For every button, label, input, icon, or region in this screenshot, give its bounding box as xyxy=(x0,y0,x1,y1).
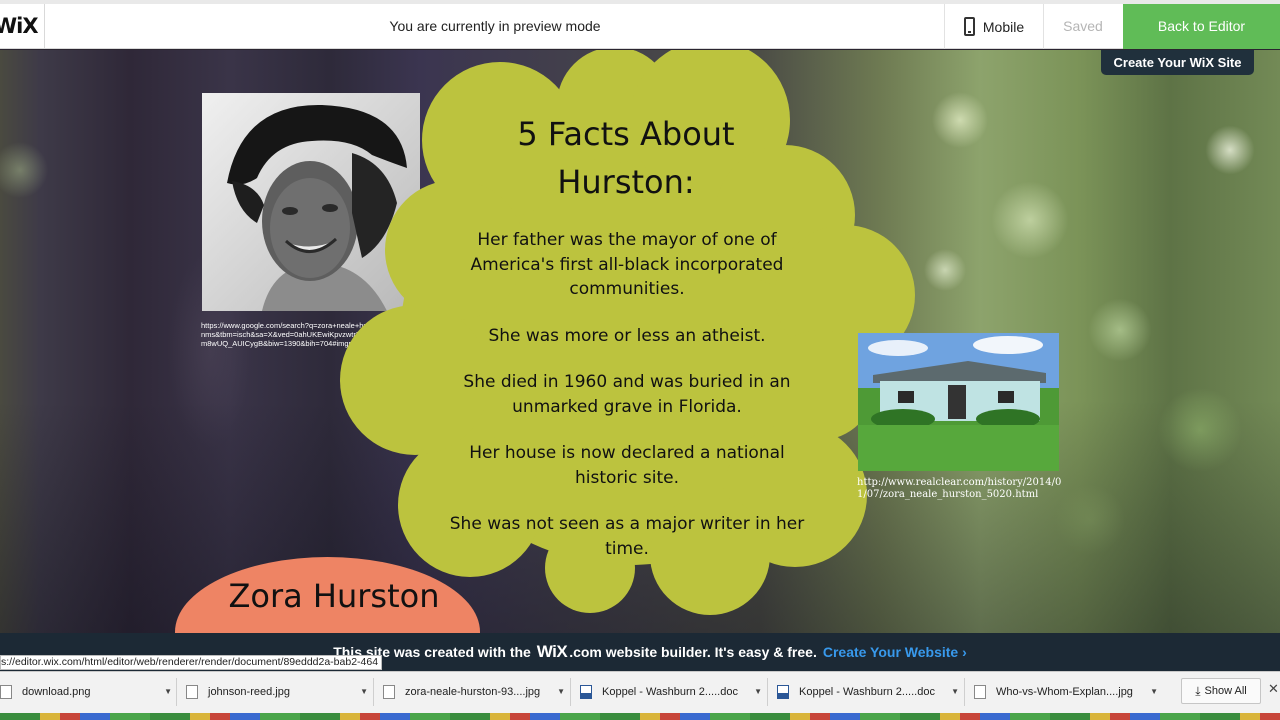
shelf-divider xyxy=(570,678,571,706)
download-item[interactable]: johnson-reed.jpg ▼ xyxy=(186,679,368,705)
download-filename: Koppel - Washburn 2.....doc xyxy=(602,686,738,698)
image-file-icon xyxy=(974,685,986,699)
chevron-down-icon[interactable]: ▼ xyxy=(951,679,959,705)
chevron-down-icon[interactable]: ▼ xyxy=(164,679,172,705)
create-your-website-link[interactable]: Create Your Website › xyxy=(823,644,967,660)
word-doc-icon xyxy=(777,685,789,699)
facts-list: Her father was the mayor of one of Ameri… xyxy=(446,228,808,583)
download-arrow-icon: ⤓ xyxy=(1195,683,1201,698)
chevron-down-icon[interactable]: ▼ xyxy=(754,679,762,705)
image-file-icon xyxy=(0,685,12,699)
facts-heading: 5 Facts About Hurston: xyxy=(517,115,735,201)
back-to-editor-button[interactable]: Back to Editor xyxy=(1123,4,1280,49)
download-filename: Who-vs-Whom-Explan....jpg xyxy=(996,686,1133,698)
download-item[interactable]: download.png ▼ xyxy=(0,679,172,705)
shelf-divider xyxy=(176,678,177,706)
house-source-url[interactable]: http://www.realclear.com/history/2014/01… xyxy=(857,477,1062,501)
show-all-downloads-button[interactable]: ⤓ Show All xyxy=(1181,678,1261,704)
saved-status: Saved xyxy=(1063,18,1103,34)
dock-edge xyxy=(0,713,1280,720)
mobile-view-button[interactable]: Mobile xyxy=(944,4,1044,49)
download-filename: download.png xyxy=(22,686,91,698)
banner-suffix: .com website builder. It's easy & free. xyxy=(569,644,817,660)
show-all-label: Show All xyxy=(1204,685,1247,697)
shelf-divider xyxy=(964,678,965,706)
status-bar-url: s://editor.wix.com/html/editor/web/rende… xyxy=(0,655,383,670)
fact-item: She was not seen as a major writer in he… xyxy=(449,514,805,559)
name-heading: Zora Hurston xyxy=(228,577,440,615)
wix-logo[interactable]: WiX xyxy=(0,4,45,49)
download-item[interactable]: zora-neale-hurston-93....jpg ▼ xyxy=(383,679,565,705)
download-filename: zora-neale-hurston-93....jpg xyxy=(405,686,541,698)
fact-item: Her father was the mayor of one of Ameri… xyxy=(470,230,784,299)
fact-item: She was more or less an atheist. xyxy=(488,325,766,346)
preview-toolbar: WiX You are currently in preview mode Mo… xyxy=(0,4,1280,49)
house-drawing xyxy=(858,333,1059,471)
chevron-down-icon[interactable]: ▼ xyxy=(557,679,565,705)
site-canvas: Create Your WiX Site https://www.google.… xyxy=(0,50,1280,633)
banner-wix-logo: WiX xyxy=(536,642,568,661)
download-filename: johnson-reed.jpg xyxy=(208,686,290,698)
image-file-icon xyxy=(186,685,198,699)
preview-mode-message: You are currently in preview mode xyxy=(389,18,601,34)
chevron-down-icon[interactable]: ▼ xyxy=(360,679,368,705)
shelf-divider xyxy=(767,678,768,706)
image-file-icon xyxy=(383,685,395,699)
download-filename: Koppel - Washburn 2.....doc xyxy=(799,686,935,698)
download-item[interactable]: Who-vs-Whom-Explan....jpg ▼ xyxy=(974,679,1158,705)
create-wix-site-tag[interactable]: Create Your WiX Site xyxy=(1101,50,1254,75)
fact-item: Her house is now declared a national his… xyxy=(469,443,785,488)
word-doc-icon xyxy=(580,685,592,699)
hurston-house-photo[interactable] xyxy=(858,333,1059,471)
close-icon[interactable]: ✕ xyxy=(1268,682,1279,697)
mobile-view-label: Mobile xyxy=(982,18,1025,35)
shelf-divider xyxy=(373,678,374,706)
download-item[interactable]: Koppel - Washburn 2.....doc ▼ xyxy=(580,679,762,705)
fact-item: She died in 1960 and was buried in an un… xyxy=(463,372,791,417)
chevron-down-icon[interactable]: ▼ xyxy=(1150,679,1158,705)
mobile-phone-icon xyxy=(963,17,975,36)
download-item[interactable]: Koppel - Washburn 2.....doc ▼ xyxy=(777,679,959,705)
